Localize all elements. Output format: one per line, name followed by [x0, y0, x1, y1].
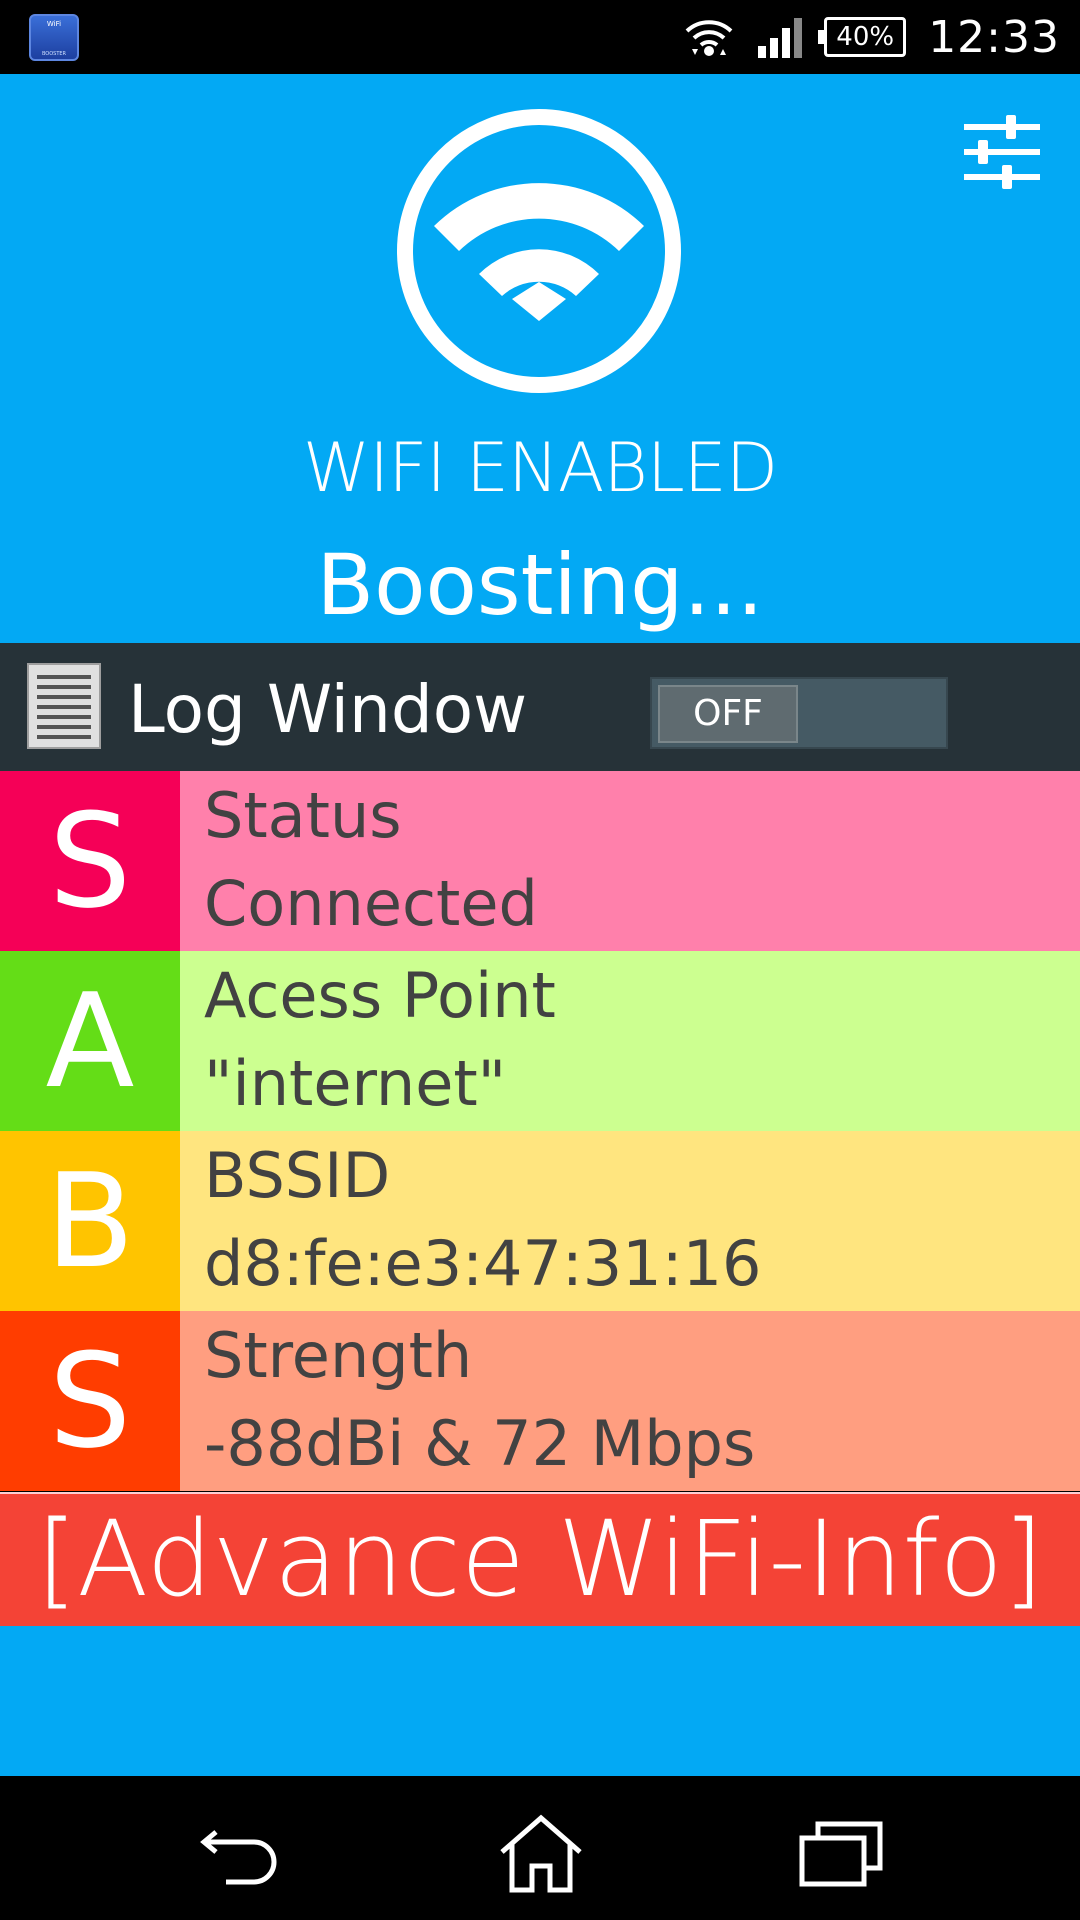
status-bar: WiFi BOOSTER 40% 12:33 — [0, 0, 1080, 74]
app-icon-label-top: WiFi — [46, 20, 62, 28]
access-point-row[interactable]: A Acess Point "internet" — [0, 951, 1080, 1131]
row-value: Connected — [204, 867, 538, 940]
row-letter-badge: S — [0, 1311, 180, 1491]
log-window-label: Log Window — [128, 671, 528, 748]
app-icon-label-bottom: BOOSTER — [41, 51, 67, 57]
row-value: "internet" — [204, 1047, 507, 1120]
row-title: Status — [204, 779, 402, 852]
status-clock: 12:33 — [928, 11, 1060, 63]
cell-signal-icon — [758, 18, 803, 58]
log-window-bar: Log Window OFF — [0, 643, 1080, 771]
row-value: d8:fe:e3:47:31:16 — [204, 1227, 762, 1300]
row-content: Acess Point "internet" — [180, 951, 1080, 1131]
bottom-spacer — [0, 1626, 1080, 1776]
toggle-thumb[interactable]: OFF — [658, 685, 798, 743]
row-letter-badge: A — [0, 951, 180, 1131]
row-title: Strength — [204, 1319, 473, 1392]
home-icon[interactable] — [496, 1814, 586, 1894]
status-row[interactable]: S Status Connected — [0, 771, 1080, 951]
row-letter-badge: B — [0, 1131, 180, 1311]
wifi-status-icon — [685, 20, 733, 56]
row-title: Acess Point — [204, 959, 556, 1032]
navigation-bar — [0, 1776, 1080, 1920]
app-header: WIFI ENABLED Boosting... — [0, 74, 1080, 643]
row-letter-badge: S — [0, 771, 180, 951]
bssid-row[interactable]: B BSSID d8:fe:e3:47:31:16 — [0, 1131, 1080, 1311]
wifi-circle-icon[interactable] — [394, 106, 684, 396]
document-lines-icon — [27, 663, 101, 749]
advance-wifi-info-button[interactable]: [Advance WiFi-Info] — [0, 1492, 1080, 1626]
wifi-info-list: S Status Connected A Acess Point "intern… — [0, 771, 1080, 1491]
strength-row[interactable]: S Strength -88dBi & 72 Mbps — [0, 1311, 1080, 1491]
row-content: Strength -88dBi & 72 Mbps — [180, 1311, 1080, 1491]
battery-indicator: 40% — [818, 17, 907, 57]
log-window-toggle[interactable]: OFF — [650, 677, 948, 749]
back-icon[interactable] — [196, 1814, 286, 1894]
row-title: BSSID — [204, 1139, 391, 1212]
wifi-booster-app-icon: WiFi BOOSTER — [29, 14, 79, 61]
row-content: BSSID d8:fe:e3:47:31:16 — [180, 1131, 1080, 1311]
boosting-status: Boosting... — [316, 536, 764, 634]
row-value: -88dBi & 72 Mbps — [204, 1407, 756, 1480]
settings-sliders-icon[interactable] — [962, 114, 1042, 190]
recent-apps-icon[interactable] — [796, 1814, 886, 1894]
row-content: Status Connected — [180, 771, 1080, 951]
wifi-enabled-label: WIFI ENABLED — [302, 429, 778, 508]
